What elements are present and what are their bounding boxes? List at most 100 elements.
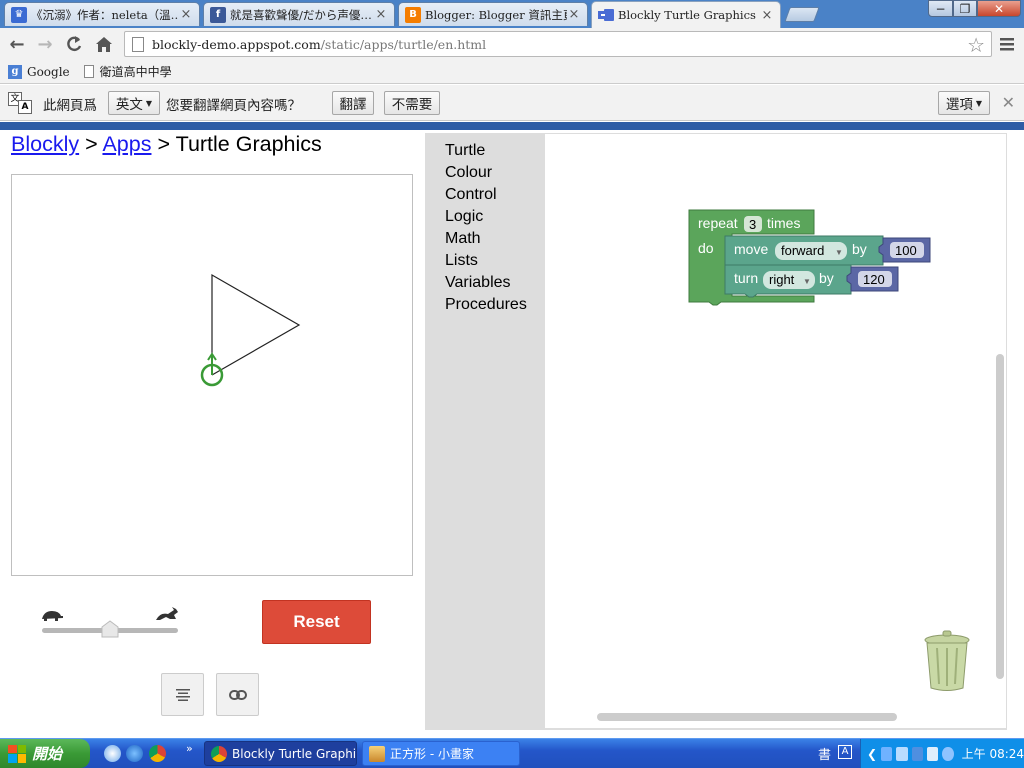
tray-expand-icon[interactable]: ❮ — [867, 747, 877, 761]
minimize-button[interactable]: − — [928, 0, 953, 17]
page-top-bar — [0, 122, 1024, 130]
bookmark-google[interactable]: g Google — [8, 64, 70, 79]
tab-title: 就是喜歡聲優/だから声優… — [230, 7, 372, 22]
trash-icon[interactable] — [923, 630, 971, 695]
move-block[interactable]: move forward ▼ by — [724, 235, 884, 269]
paint-icon — [369, 745, 385, 762]
browser-tab-4[interactable]: Blockly Turtle Graphics × — [591, 1, 781, 28]
security-icon[interactable] — [927, 746, 939, 761]
blockly-link[interactable]: Blockly — [11, 132, 79, 156]
quicklaunch-more-icon[interactable]: » — [186, 742, 193, 755]
taskbar-item-label: 正方形 - 小畫家 — [390, 747, 474, 761]
browser-tab-3[interactable]: B Blogger: Blogger 資訊主頁 × — [398, 2, 588, 26]
forward-icon[interactable]: → — [34, 33, 56, 55]
blockly-icon — [598, 7, 614, 23]
close-icon[interactable]: × — [567, 7, 581, 22]
browser-tab-2[interactable]: f 就是喜歡聲優/だから声優… × — [203, 2, 395, 26]
chrome-icon — [211, 745, 227, 762]
tab-title: Blockly Turtle Graphics — [618, 8, 756, 22]
translate-button[interactable]: 翻譯 — [332, 91, 374, 115]
toolbox-category-math[interactable]: Math — [426, 228, 545, 250]
toolbox-category-colour[interactable]: Colour — [426, 162, 545, 184]
taskbar-item-chrome[interactable]: Blockly Turtle Graphi... — [204, 741, 357, 766]
start-button[interactable]: 開始 — [0, 739, 90, 768]
search-icon[interactable] — [942, 746, 954, 761]
clock[interactable]: 上午 08:24 — [962, 745, 1024, 762]
apps-link[interactable]: Apps — [102, 132, 151, 156]
code-icon — [175, 688, 190, 701]
bookmark-school[interactable]: 衛道高中中學 — [83, 63, 172, 80]
internet-explorer-icon[interactable] — [126, 745, 143, 762]
toolbox-category-logic[interactable]: Logic — [426, 206, 545, 228]
language-select[interactable]: 英文 ▼ — [108, 91, 160, 115]
toolbox: Turtle Colour Control Logic Math Lists V… — [426, 134, 545, 729]
start-label: 開始 — [32, 745, 63, 763]
menu-icon[interactable] — [996, 33, 1018, 55]
ime-mode-icon[interactable]: A — [838, 745, 852, 759]
move-distance-value: 100 — [895, 243, 917, 258]
toolbox-category-procedures[interactable]: Procedures — [426, 294, 545, 316]
ts-icon: ♛ — [11, 6, 27, 23]
show-desktop-icon[interactable] — [104, 745, 121, 762]
close-icon[interactable]: × — [179, 7, 193, 22]
workspace[interactable]: repeat 3 times do move forward ▼ by 100 … — [545, 134, 1006, 729]
close-window-button[interactable]: ✕ — [977, 0, 1021, 17]
browser-tab-1[interactable]: ♛ 《沉溺》作者：neleta（溫… × — [4, 2, 200, 26]
new-tab-button[interactable] — [784, 7, 820, 22]
toolbox-category-lists[interactable]: Lists — [426, 250, 545, 272]
google-icon: g — [8, 64, 22, 79]
reload-icon[interactable] — [63, 33, 85, 55]
move-distance-block[interactable]: 100 — [878, 237, 931, 263]
speed-slider[interactable] — [40, 607, 180, 648]
turn-angle-value: 120 — [863, 272, 885, 287]
address-bar[interactable]: blockly-demo.appspot.com/static/apps/tur… — [124, 31, 992, 57]
toolbox-category-control[interactable]: Control — [426, 184, 545, 206]
close-icon[interactable]: ✕ — [1002, 93, 1015, 112]
reset-button[interactable]: Reset — [262, 600, 371, 644]
show-code-button[interactable] — [161, 673, 204, 716]
taskbar-item-label: Blockly Turtle Graphi... — [232, 746, 357, 761]
language-label: 英文 — [115, 97, 143, 113]
ime-indicator[interactable]: 書 — [818, 744, 831, 763]
by-label: by — [852, 241, 867, 257]
back-icon[interactable]: ← — [6, 33, 28, 55]
page-icon — [83, 65, 94, 78]
turtle-path — [211, 273, 301, 376]
volume-icon[interactable] — [911, 746, 923, 761]
vertical-scrollbar[interactable] — [996, 354, 1004, 679]
toolbox-category-variables[interactable]: Variables — [426, 272, 545, 294]
blogger-icon: B — [405, 6, 421, 23]
translate-bar: 文A 此網頁爲 英文 ▼ 您要翻譯網頁內容嗎？ 翻譯 不需要 選項 ▼ ✕ — [0, 85, 1024, 121]
toolbox-category-turtle[interactable]: Turtle — [426, 140, 545, 162]
slider-thumb[interactable] — [101, 620, 119, 638]
link-button[interactable] — [216, 673, 259, 716]
close-icon[interactable]: × — [374, 7, 388, 22]
move-direction-value: forward — [781, 243, 824, 258]
windows-logo-icon — [8, 744, 26, 763]
scrollbar-divider — [545, 728, 1006, 729]
breadcrumb: Blockly > Apps > Turtle Graphics — [11, 132, 322, 157]
turn-block[interactable]: turn right ▼ by — [724, 264, 852, 298]
chevron-down-icon: ▼ — [975, 98, 983, 108]
breadcrumb-separator: > — [85, 132, 98, 156]
options-button[interactable]: 選項 ▼ — [938, 91, 990, 115]
times-label: times — [767, 215, 800, 231]
chevron-down-icon: ▼ — [803, 277, 811, 286]
repeat-label: repeat — [698, 215, 738, 231]
browser-toolbar: ← → blockly-demo.appspot.com/static/apps… — [0, 28, 1024, 60]
bookmark-star-icon[interactable]: ☆ — [967, 33, 985, 57]
taskbar-item-paint[interactable]: 正方形 - 小畫家 — [362, 741, 520, 766]
horizontal-scrollbar[interactable] — [597, 713, 897, 721]
network-icon[interactable] — [881, 746, 893, 761]
home-icon[interactable] — [93, 33, 115, 55]
chrome-icon[interactable] — [149, 745, 166, 762]
no-translate-button[interactable]: 不需要 — [384, 91, 440, 115]
bookmark-label: Google — [27, 64, 70, 79]
breadcrumb-separator: > — [157, 132, 171, 156]
do-label: do — [698, 240, 714, 256]
close-icon[interactable]: × — [760, 8, 774, 23]
turn-angle-block[interactable]: 120 — [846, 266, 899, 292]
link-icon — [228, 689, 247, 700]
sync-icon[interactable] — [896, 746, 908, 761]
restore-button[interactable]: ❐ — [953, 0, 977, 17]
